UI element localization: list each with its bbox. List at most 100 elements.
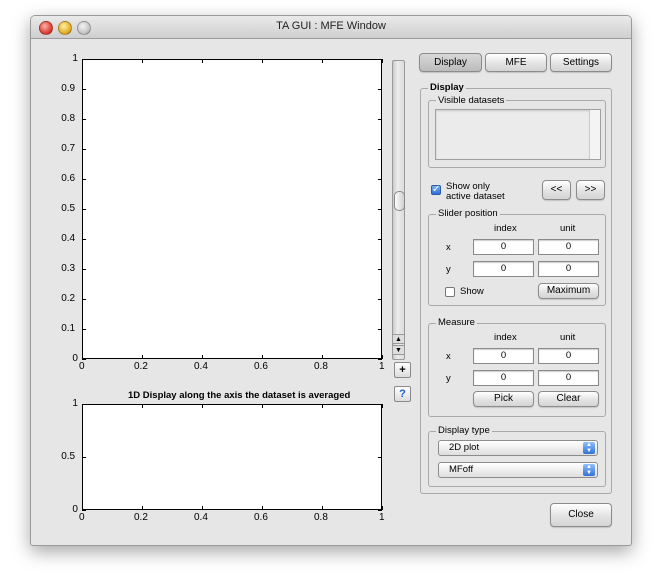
vertical-scrollbar[interactable] (392, 60, 405, 360)
x-tick-label: 0.6 (254, 361, 268, 372)
y-tick-label: 1 (72, 398, 78, 409)
y-tick (378, 58, 382, 60)
x-tick (321, 404, 323, 408)
tab-mfe[interactable]: MFE (485, 53, 547, 72)
title-bar: TA GUI : MFE Window (31, 16, 631, 39)
display-type-title: Display type (436, 425, 492, 436)
x-tick-label: 0.2 (134, 512, 148, 523)
tab-display[interactable]: Display (419, 53, 482, 72)
clear-button[interactable]: Clear (538, 391, 599, 407)
zoom-plus-button[interactable]: + (394, 362, 411, 378)
visible-datasets-title: Visible datasets (436, 95, 507, 106)
averaged-1d-plot-axes[interactable] (82, 404, 382, 510)
y-tick (82, 358, 86, 360)
show-only-active-label-2: active dataset (446, 191, 505, 202)
y-tick (82, 509, 86, 511)
y-tick (378, 268, 382, 270)
x-tick (81, 59, 83, 63)
measure-x-index-field[interactable]: 0 (473, 348, 534, 364)
x-tick-label: 0 (79, 512, 85, 523)
visible-datasets-list[interactable] (435, 109, 601, 160)
x-tick-label: 1 (379, 512, 385, 523)
x-tick (321, 59, 323, 63)
x-tick (321, 355, 323, 359)
measure-col-index: index (494, 332, 517, 343)
x-tick (261, 59, 263, 63)
y-tick (378, 403, 382, 405)
y-tick-label: 0 (72, 504, 78, 515)
y-tick (82, 403, 86, 405)
measure-row-x-label: x (446, 351, 451, 362)
list-scrollbar[interactable] (589, 110, 600, 159)
measure-col-unit: unit (560, 332, 576, 343)
scrollbar-thumb[interactable] (394, 191, 405, 211)
show-only-active-checkbox[interactable]: ✓ (431, 185, 441, 195)
scroll-up-arrow-icon[interactable]: ▲ (392, 334, 405, 344)
y-tick-label: 0.6 (61, 173, 76, 184)
pick-button[interactable]: Pick (473, 391, 534, 407)
close-button[interactable]: Close (550, 503, 612, 527)
select-arrows-icon: ▲ ▼ (583, 464, 595, 476)
plot-type-select[interactable]: 2D plot ▲ ▼ (438, 440, 598, 456)
y-tick (82, 208, 86, 210)
maximum-button[interactable]: Maximum (538, 283, 599, 299)
x-tick-label: 0.8 (314, 361, 328, 372)
x-tick (141, 355, 143, 359)
plot-type-value: 2D plot (449, 442, 480, 453)
main-plot-axes[interactable] (82, 59, 382, 359)
y-tick (378, 118, 382, 120)
show-slider-checkbox[interactable] (445, 287, 455, 297)
x-tick (381, 404, 383, 408)
x-tick-label: 1 (379, 361, 385, 372)
slider-y-unit-field[interactable]: 0 (538, 261, 599, 277)
next-dataset-button[interactable]: >> (576, 180, 605, 200)
x-tick-label: 0.8 (314, 512, 328, 523)
y-tick-label: 0.9 (61, 83, 76, 94)
slider-y-index-field[interactable]: 0 (473, 261, 534, 277)
slider-row-y-label: y (446, 264, 451, 275)
x-tick (141, 506, 143, 510)
x-tick (141, 59, 143, 63)
y-tick (82, 298, 86, 300)
y-tick (82, 328, 86, 330)
y-tick (378, 178, 382, 180)
mode-select[interactable]: MFoff ▲ ▼ (438, 462, 598, 478)
slider-col-unit: unit (560, 223, 576, 234)
x-tick (141, 404, 143, 408)
show-slider-label: Show (460, 286, 484, 297)
averaged-plot-caption: 1D Display along the axis the dataset is… (128, 390, 351, 401)
y-tick-label: 0.4 (61, 233, 76, 244)
select-arrows-icon: ▲ ▼ (583, 442, 595, 454)
y-tick-label: 0.2 (61, 293, 76, 304)
y-tick-label: 1 (72, 53, 78, 64)
slider-position-title: Slider position (436, 208, 500, 219)
slider-x-unit-field[interactable]: 0 (538, 239, 599, 255)
x-tick (261, 506, 263, 510)
slider-col-index: index (494, 223, 517, 234)
x-tick (261, 355, 263, 359)
tab-settings[interactable]: Settings (550, 53, 612, 72)
y-tick-label: 0.8 (61, 113, 76, 124)
measure-y-unit-field[interactable]: 0 (538, 370, 599, 386)
y-tick (82, 58, 86, 60)
measure-x-unit-field[interactable]: 0 (538, 348, 599, 364)
x-tick (201, 355, 203, 359)
measure-title: Measure (436, 317, 477, 328)
mode-value: MFoff (449, 464, 474, 475)
y-tick (378, 238, 382, 240)
help-button[interactable]: ? (394, 386, 411, 402)
scroll-down-arrow-icon[interactable]: ▼ (392, 345, 405, 355)
y-tick (378, 509, 382, 511)
x-tick-label: 0.6 (254, 512, 268, 523)
measure-y-index-field[interactable]: 0 (473, 370, 534, 386)
previous-dataset-button[interactable]: << (542, 180, 571, 200)
y-tick-label: 0.7 (61, 143, 76, 154)
x-tick (321, 506, 323, 510)
x-tick-label: 0.4 (194, 512, 208, 523)
x-tick (201, 59, 203, 63)
x-tick (261, 404, 263, 408)
slider-x-index-field[interactable]: 0 (473, 239, 534, 255)
x-tick (201, 404, 203, 408)
x-tick-label: 0 (79, 361, 85, 372)
y-tick (82, 118, 86, 120)
